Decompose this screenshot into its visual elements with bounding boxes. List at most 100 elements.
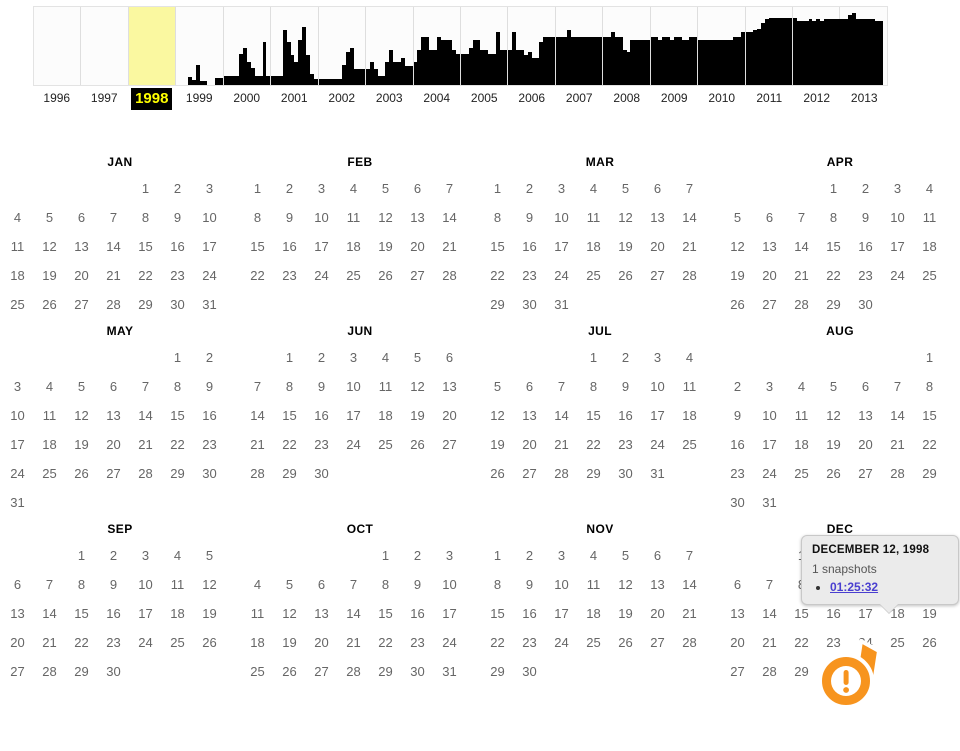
calendar-day[interactable]: 24 [339, 430, 368, 459]
calendar-day[interactable]: 5 [483, 372, 512, 401]
calendar-day[interactable]: 13 [643, 203, 672, 232]
calendar-day[interactable]: 27 [435, 430, 464, 459]
calendar-day[interactable]: 9 [403, 570, 432, 599]
timeline-year-2005[interactable] [460, 7, 509, 85]
calendar-day[interactable]: 27 [643, 628, 672, 657]
calendar-day[interactable]: 22 [243, 261, 272, 290]
timeline-year-label-2005[interactable]: 2005 [461, 88, 509, 110]
calendar-day[interactable]: 12 [611, 203, 640, 232]
calendar-day[interactable]: 28 [99, 290, 128, 319]
calendar-day[interactable]: 24 [307, 261, 336, 290]
calendar-day[interactable]: 3 [339, 343, 368, 372]
calendar-day[interactable]: 5 [611, 174, 640, 203]
calendar-day[interactable]: 4 [579, 541, 608, 570]
calendar-day[interactable]: 23 [611, 430, 640, 459]
calendar-day[interactable]: 4 [35, 372, 64, 401]
calendar-day[interactable]: 13 [643, 570, 672, 599]
calendar-day[interactable]: 20 [643, 599, 672, 628]
calendar-day[interactable]: 1 [819, 174, 848, 203]
calendar-day[interactable]: 21 [675, 599, 704, 628]
calendar-day[interactable]: 18 [339, 232, 368, 261]
calendar-day[interactable]: 10 [547, 570, 576, 599]
calendar-day[interactable]: 1 [915, 343, 944, 372]
calendar-day[interactable]: 5 [275, 570, 304, 599]
calendar-day[interactable]: 18 [579, 599, 608, 628]
timeline-year-2008[interactable] [603, 7, 651, 85]
calendar-day[interactable]: 23 [163, 261, 192, 290]
calendar-day[interactable]: 22 [819, 261, 848, 290]
calendar-day[interactable]: 22 [131, 261, 160, 290]
calendar-day[interactable]: 1 [275, 343, 304, 372]
calendar-day[interactable]: 14 [435, 203, 464, 232]
calendar-day[interactable]: 21 [435, 232, 464, 261]
timeline-year-2006[interactable] [508, 7, 556, 85]
calendar-day[interactable]: 10 [3, 401, 32, 430]
calendar-day[interactable]: 13 [723, 599, 752, 628]
calendar-day[interactable]: 19 [723, 261, 752, 290]
timeline-bar[interactable] [740, 31, 745, 85]
calendar-day[interactable]: 2 [403, 541, 432, 570]
calendar-day[interactable]: 28 [787, 290, 816, 319]
calendar-day[interactable]: 22 [787, 628, 816, 657]
calendar-day[interactable]: 25 [579, 628, 608, 657]
calendar-day[interactable]: 19 [483, 430, 512, 459]
timeline-year-2007[interactable] [555, 7, 604, 85]
calendar-day[interactable]: 23 [275, 261, 304, 290]
timeline-year-label-1997[interactable]: 1997 [81, 88, 129, 110]
timeline-year-2012[interactable] [793, 7, 841, 85]
calendar-day[interactable]: 31 [435, 657, 464, 686]
calendar-day[interactable]: 3 [643, 343, 672, 372]
calendar-day[interactable]: 20 [723, 628, 752, 657]
calendar-day[interactable]: 22 [915, 430, 944, 459]
calendar-day[interactable]: 16 [723, 430, 752, 459]
calendar-day[interactable]: 5 [819, 372, 848, 401]
calendar-day[interactable]: 16 [275, 232, 304, 261]
timeline-year-label-2011[interactable]: 2011 [746, 88, 794, 110]
calendar-day[interactable]: 23 [195, 430, 224, 459]
calendar-day[interactable]: 14 [787, 232, 816, 261]
timeline-year-label-2009[interactable]: 2009 [651, 88, 699, 110]
calendar-day[interactable]: 30 [723, 488, 752, 517]
timeline-bar[interactable] [598, 36, 603, 85]
calendar-day[interactable]: 15 [275, 401, 304, 430]
calendar-day[interactable]: 17 [547, 599, 576, 628]
calendar-day[interactable]: 12 [611, 570, 640, 599]
calendar-day[interactable]: 28 [547, 459, 576, 488]
calendar-day[interactable]: 18 [243, 628, 272, 657]
calendar-day[interactable]: 21 [339, 628, 368, 657]
calendar-day[interactable]: 27 [67, 290, 96, 319]
timeline-year-label-2008[interactable]: 2008 [603, 88, 651, 110]
calendar-day[interactable]: 4 [579, 174, 608, 203]
snapshot-time-link[interactable]: 01:25:32 [830, 580, 878, 594]
calendar-day[interactable]: 25 [371, 430, 400, 459]
calendar-day[interactable]: 16 [99, 599, 128, 628]
calendar-day[interactable]: 16 [515, 232, 544, 261]
calendar-day[interactable]: 21 [35, 628, 64, 657]
calendar-day[interactable]: 16 [403, 599, 432, 628]
calendar-day[interactable]: 31 [851, 657, 880, 686]
calendar-day[interactable]: 3 [3, 372, 32, 401]
calendar-day[interactable]: 8 [275, 372, 304, 401]
calendar-day[interactable]: 1 [579, 343, 608, 372]
calendar-day[interactable]: 14 [675, 203, 704, 232]
calendar-day[interactable]: 18 [3, 261, 32, 290]
calendar-day[interactable]: 2 [195, 343, 224, 372]
timeline-bar[interactable] [551, 36, 555, 85]
calendar-day[interactable]: 20 [755, 261, 784, 290]
calendar-day[interactable]: 10 [339, 372, 368, 401]
calendar-day[interactable]: 17 [435, 599, 464, 628]
calendar-day[interactable]: 24 [547, 261, 576, 290]
calendar-day[interactable]: 29 [915, 459, 944, 488]
calendar-day[interactable]: 11 [579, 570, 608, 599]
calendar-day[interactable]: 8 [163, 372, 192, 401]
calendar-day[interactable]: 29 [67, 657, 96, 686]
calendar-day[interactable]: 24 [435, 628, 464, 657]
timeline-year-2004[interactable] [413, 7, 461, 85]
calendar-day[interactable]: 26 [35, 290, 64, 319]
calendar-day[interactable]: 4 [3, 203, 32, 232]
calendar-day[interactable]: 22 [483, 261, 512, 290]
calendar-day[interactable]: 12 [819, 401, 848, 430]
timeline-year-label-1999[interactable]: 1999 [176, 88, 224, 110]
calendar-day[interactable]: 13 [307, 599, 336, 628]
calendar-day[interactable]: 30 [851, 290, 880, 319]
